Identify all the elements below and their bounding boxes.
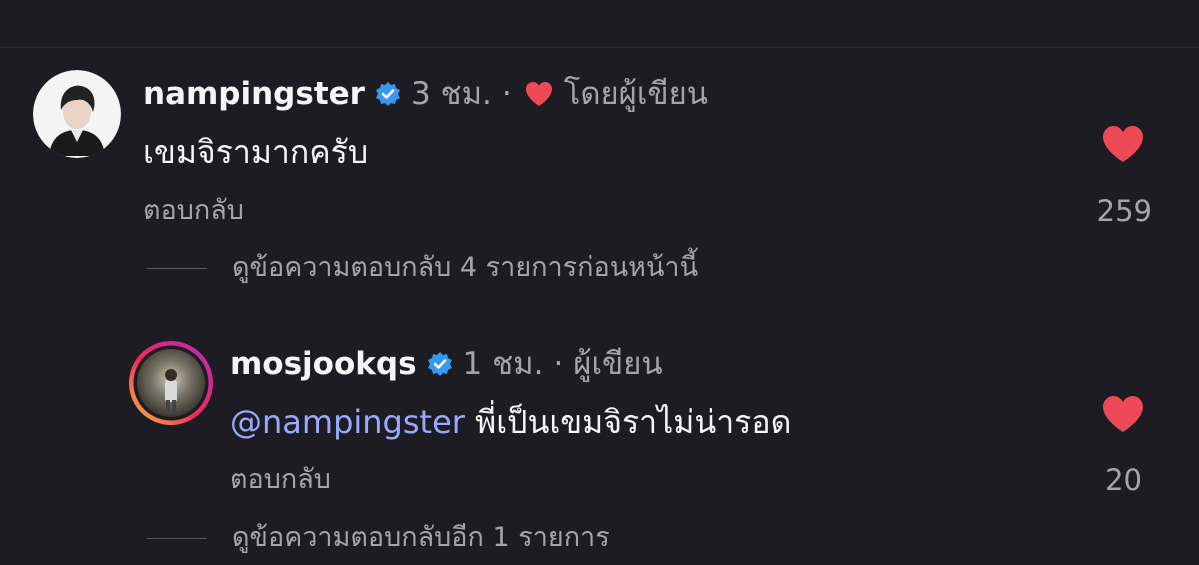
reply-button[interactable]: ตอบกลับ [143,194,244,228]
like-count: 20 [1105,463,1142,497]
username[interactable]: nampingster [143,74,365,114]
reply-thread-line [147,537,207,539]
view-replies-link[interactable]: ดูข้อความตอบกลับอีก 1 รายการ [147,521,610,555]
separator-dot: · [553,346,564,382]
author-tag: ผู้เขียน [573,346,663,382]
heart-filled-icon [1103,126,1143,162]
reply-button[interactable]: ตอบกลับ [230,463,331,497]
top-divider [0,47,1199,48]
heart-icon [524,80,554,108]
comment-text: @nampingster พี่เป็นเขมจิราไม่น่ารอด [230,400,791,444]
comment-text: เขมจิรามากครับ [143,133,369,171]
comment-header: mosjookqs 1 ชม. · ผู้เขียน [230,344,663,384]
avatar[interactable] [33,70,121,158]
author-tag: โดยผู้เขียน [563,76,708,112]
view-replies-label: ดูข้อความตอบกลับอีก 1 รายการ [232,522,610,553]
view-replies-link[interactable]: ดูข้อความตอบกลับ 4 รายการก่อนหน้านี้ [147,251,698,285]
username[interactable]: mosjookqs [230,344,417,384]
heart-filled-icon [1103,396,1143,432]
like-button[interactable] [1101,124,1145,164]
comment-header: nampingster 3 ชม. · โดยผู้เขียน [143,74,708,114]
avatar-story-ring[interactable] [128,340,214,426]
like-button[interactable] [1101,394,1145,434]
comment-body: พี่เป็นเขมจิราไม่น่ารอด [475,403,792,441]
timestamp: 3 ชม. [410,76,492,112]
timestamp: 1 ชม. [462,346,544,382]
separator-dot: · [501,76,512,112]
like-count: 259 [1096,194,1152,228]
view-replies-label: ดูข้อความตอบกลับ 4 รายการก่อนหน้านี้ [232,252,699,283]
reply-thread-line [147,267,207,269]
verified-badge-icon [375,81,401,107]
verified-badge-icon [427,351,453,377]
mention-link[interactable]: @nampingster [230,403,465,441]
